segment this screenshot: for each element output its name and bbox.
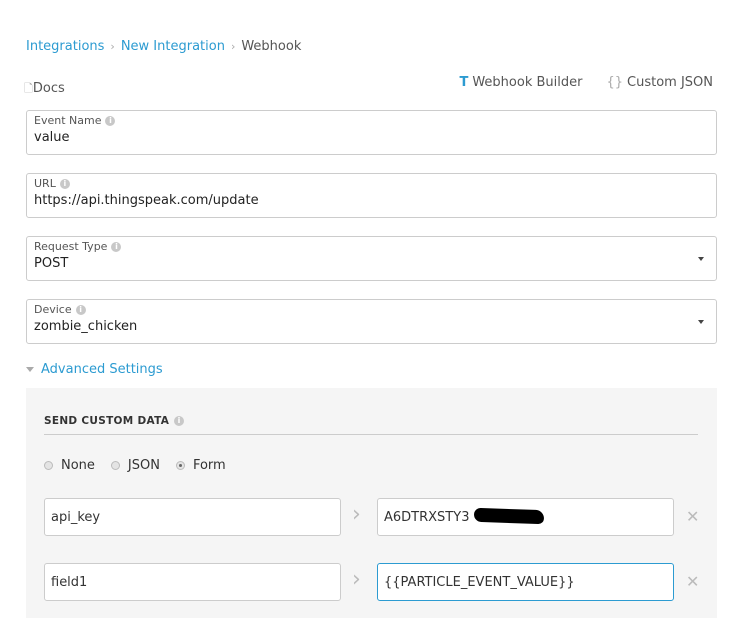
device-select[interactable]: Device i zombie_chicken	[26, 299, 717, 344]
tab-webhook-builder[interactable]: T Webhook Builder	[459, 75, 582, 90]
url-field[interactable]: URL i https://api.thingspeak.com/update	[26, 173, 717, 218]
caret-down-icon	[26, 367, 34, 372]
remove-row-icon[interactable]: ✕	[686, 507, 699, 526]
chevron-right-icon: ›	[352, 567, 361, 592]
form-key-input[interactable]: field1	[44, 563, 341, 601]
braces-icon: {}	[606, 75, 624, 90]
form-key-input[interactable]: api_key	[44, 498, 341, 536]
document-icon: 🗋	[24, 82, 33, 95]
request-type-select[interactable]: Request Type i POST	[26, 236, 717, 281]
radio-json[interactable]: JSON	[110, 458, 160, 473]
data-format-radios: None JSON Form	[44, 458, 226, 473]
radio-form[interactable]: Form	[175, 458, 226, 473]
info-icon[interactable]: i	[75, 304, 86, 315]
remove-row-icon[interactable]: ✕	[686, 572, 699, 591]
breadcrumb-integrations[interactable]: Integrations	[26, 39, 104, 54]
tab-custom-json[interactable]: {} Custom JSON	[606, 75, 713, 90]
caret-down-icon	[698, 320, 704, 324]
docs-link[interactable]: 🗋Docs	[24, 80, 65, 99]
chevron-right-icon: ›	[352, 502, 361, 527]
form-value-input[interactable]: A6DTRXSTY3	[377, 498, 674, 536]
chevron-right-icon: ›	[230, 40, 236, 53]
redaction-mark	[473, 507, 545, 525]
info-icon[interactable]: i	[59, 178, 70, 189]
text-icon: T	[459, 75, 469, 90]
breadcrumb-new-integration[interactable]: New Integration	[121, 39, 225, 54]
event-name-field[interactable]: Event Name i value	[26, 110, 717, 155]
info-icon[interactable]: i	[105, 115, 116, 126]
info-icon[interactable]: i	[174, 416, 185, 426]
info-icon[interactable]: i	[111, 241, 122, 252]
caret-down-icon	[698, 257, 704, 261]
advanced-settings-toggle[interactable]: Advanced Settings	[26, 362, 163, 377]
breadcrumb: Integrations › New Integration › Webhook	[26, 39, 301, 54]
radio-none[interactable]: None	[44, 458, 95, 473]
chevron-right-icon: ›	[110, 40, 115, 53]
form-value-input[interactable]: {{PARTICLE_EVENT_VALUE}}	[377, 563, 674, 601]
breadcrumb-current: Webhook	[241, 39, 302, 54]
builder-tabs: T Webhook Builder {} Custom JSON	[459, 75, 713, 90]
section-title: SEND CUSTOM DATA i	[44, 415, 185, 427]
divider	[44, 434, 698, 435]
